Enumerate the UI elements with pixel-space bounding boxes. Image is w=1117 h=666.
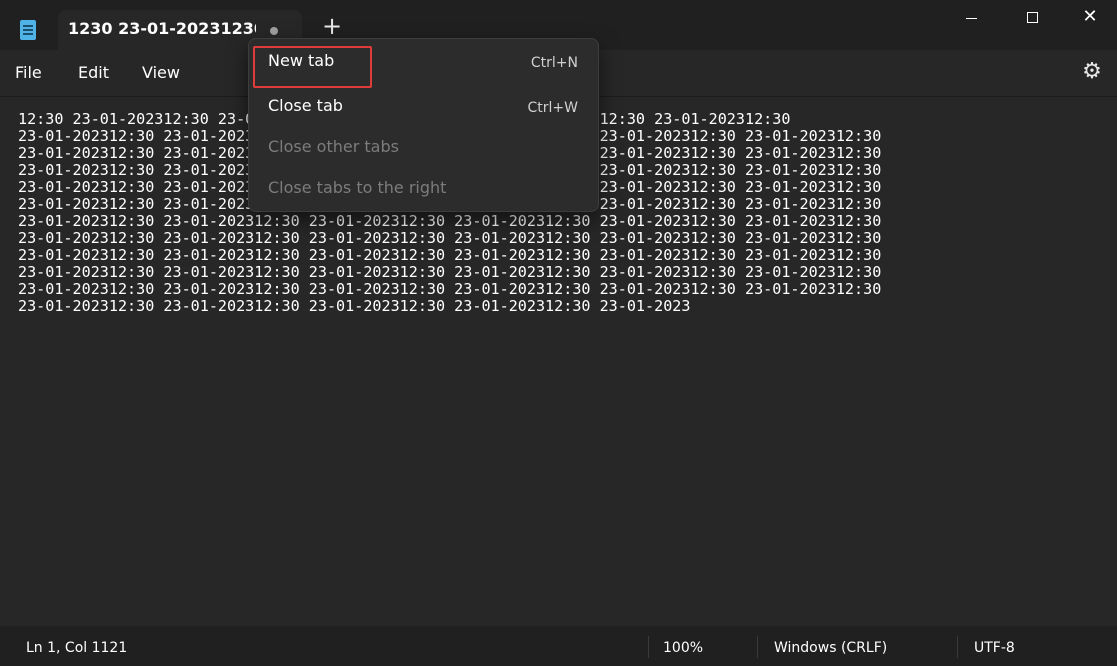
menu-item-shortcut: Ctrl+W: [527, 100, 578, 116]
settings-gear-icon[interactable]: ⚙: [1080, 60, 1104, 84]
editor-line: 23-01-202312:30 23-01-202312:30 23-01-20…: [18, 229, 882, 247]
editor-line: 23-01-202312:30 23-01-202312:30 23-01-20…: [18, 297, 691, 315]
status-bar: Ln 1, Col 1121 100% Windows (CRLF) UTF-8: [0, 626, 1117, 666]
new-tab-button[interactable]: +: [318, 12, 346, 40]
menu-item-label: Close tab: [268, 96, 343, 115]
menu-item-label: Close other tabs: [268, 137, 399, 156]
editor-line: 23-01-202312:30 23-01-202312:30 23-01-20…: [18, 263, 882, 281]
menu-item-close-other-tabs[interactable]: Close other tabs: [249, 127, 598, 167]
editor-line: 23-01-202312:30 23-01-202312:30 23-01-20…: [18, 246, 882, 264]
line-ending: Windows (CRLF): [774, 640, 888, 656]
menu-item-close-tab[interactable]: Close tab Ctrl+W: [249, 86, 598, 126]
editor-line: 23-01-202312:30 23-01-202312:30 23-01-20…: [18, 280, 882, 298]
status-divider: [957, 636, 958, 658]
highlight-box: [253, 46, 372, 88]
menu-item-new-tab[interactable]: New tab Ctrl+N: [249, 41, 598, 88]
tab-context-menu: New tab Ctrl+N Close tab Ctrl+W Close ot…: [248, 38, 599, 212]
zoom-level: 100%: [663, 640, 704, 656]
editor-line: 23-01-202312:30 23-01-202312:30 23-01-20…: [18, 212, 882, 230]
menu-item-close-tabs-right[interactable]: Close tabs to the right: [249, 168, 598, 208]
unsaved-dot-icon[interactable]: [270, 27, 278, 35]
minimize-button[interactable]: [948, 4, 994, 32]
tab-title: 1230 23-01-20231230 23-01-20231230: [68, 19, 256, 38]
menu-item-shortcut: Ctrl+N: [530, 55, 578, 71]
close-window-button[interactable]: ✕: [1067, 4, 1113, 32]
maximize-button[interactable]: [1009, 4, 1055, 32]
encoding: UTF-8: [974, 640, 1015, 656]
status-divider: [757, 636, 758, 658]
menu-item-label: Close tabs to the right: [268, 178, 447, 197]
menu-file[interactable]: File: [15, 63, 42, 82]
status-divider: [648, 636, 649, 658]
menu-edit[interactable]: Edit: [78, 63, 109, 82]
notepad-icon: [20, 20, 36, 40]
menu-view[interactable]: View: [142, 63, 180, 82]
cursor-position: Ln 1, Col 1121: [26, 640, 128, 656]
